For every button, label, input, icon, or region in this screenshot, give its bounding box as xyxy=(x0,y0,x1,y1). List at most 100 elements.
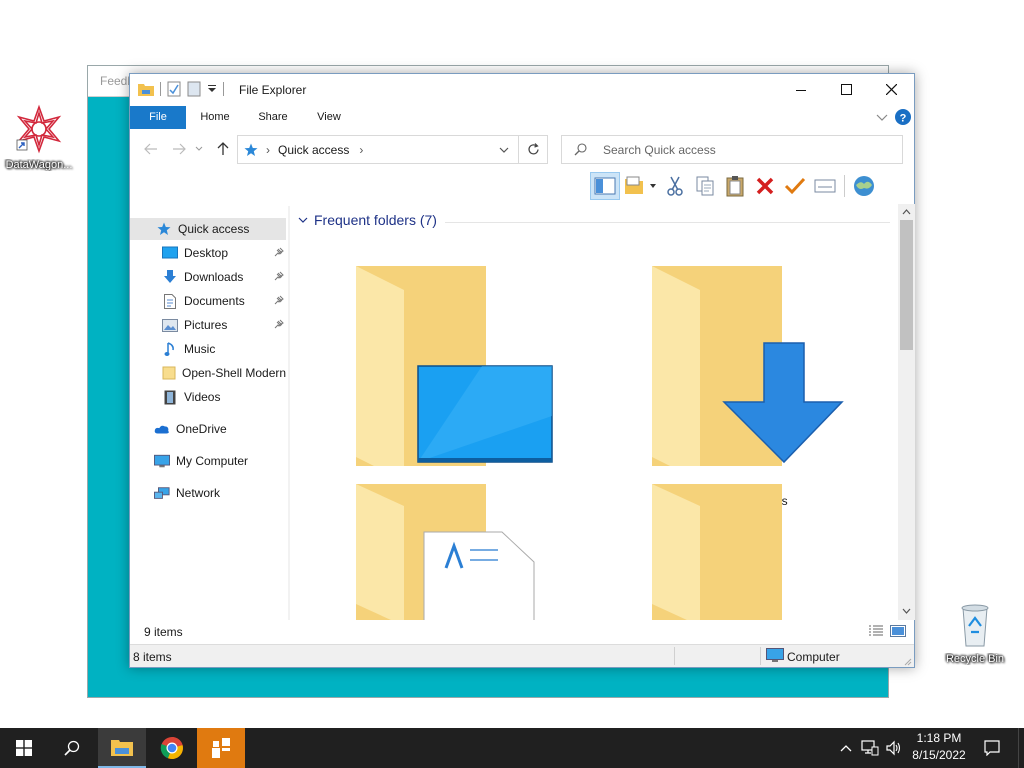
folder-tile-documents[interactable] xyxy=(342,476,582,620)
properties-icon[interactable] xyxy=(167,81,181,97)
nav-item-onedrive[interactable]: OneDrive xyxy=(130,418,286,440)
resize-grip-icon[interactable] xyxy=(902,656,912,666)
scroll-up-icon[interactable] xyxy=(902,209,911,215)
clock-time: 1:18 PM xyxy=(916,731,962,745)
breadcrumb-quick-access[interactable]: Quick access xyxy=(278,143,349,157)
nav-item-documents[interactable]: Documents xyxy=(130,290,286,312)
paste-button[interactable] xyxy=(720,172,750,200)
delete-x-icon xyxy=(756,177,774,195)
datawagon-label: DataWagon... xyxy=(5,159,73,171)
datawagon-icon xyxy=(16,104,62,154)
star-icon xyxy=(156,221,172,237)
notification-icon xyxy=(984,740,1000,756)
ribbon-tabs: File Home Share View ? xyxy=(130,106,914,129)
windows-logo-icon xyxy=(16,740,32,756)
taskbar-app-orange[interactable] xyxy=(197,728,245,768)
folder-tile-generic[interactable] xyxy=(638,476,878,620)
start-button[interactable] xyxy=(0,728,48,768)
minimize-icon xyxy=(796,89,806,91)
scroll-down-icon[interactable] xyxy=(902,608,911,614)
refresh-button[interactable] xyxy=(518,135,548,164)
navigation-pane-icon xyxy=(594,177,616,195)
recycle-bin-icon xyxy=(961,604,989,647)
copy-button[interactable] xyxy=(690,172,720,200)
search-input[interactable] xyxy=(601,141,881,158)
show-hidden-icons-button[interactable] xyxy=(836,728,856,768)
quick-access-star-icon xyxy=(244,143,258,156)
arrow-right-icon xyxy=(173,143,186,155)
breadcrumb-separator[interactable]: › xyxy=(359,143,363,157)
clipboard-icon xyxy=(726,176,744,197)
refresh-icon xyxy=(528,143,539,155)
content-area: Frequent folders (7) Desktop Downloads xyxy=(290,206,898,620)
rename-button[interactable] xyxy=(780,172,810,200)
cut-button[interactable] xyxy=(660,172,690,200)
nav-item-music[interactable]: Music xyxy=(130,338,286,360)
pin-icon[interactable] xyxy=(274,294,284,308)
folder-tile-desktop[interactable]: Desktop xyxy=(342,206,582,508)
nav-item-network[interactable]: Network xyxy=(130,482,286,504)
tab-view[interactable]: View xyxy=(306,106,352,129)
music-icon xyxy=(162,341,178,357)
show-desktop-button[interactable] xyxy=(1018,728,1024,768)
customize-dropdown-icon[interactable] xyxy=(207,84,217,94)
forward-button[interactable] xyxy=(170,140,188,158)
maximize-button[interactable] xyxy=(823,74,869,105)
back-button[interactable] xyxy=(142,140,160,158)
nav-item-videos[interactable]: Videos xyxy=(130,386,286,408)
taskbar-chrome[interactable] xyxy=(148,728,196,768)
scissors-icon xyxy=(667,176,683,196)
open-shell-button[interactable] xyxy=(849,172,879,200)
action-center-button[interactable] xyxy=(968,728,1016,768)
close-button[interactable] xyxy=(868,74,914,105)
details-view-icon[interactable] xyxy=(868,625,884,637)
downloads-folder-icon xyxy=(652,266,844,466)
scrollbar-thumb[interactable] xyxy=(900,220,913,350)
large-icons-view-icon[interactable] xyxy=(890,625,906,637)
volume-tray-button[interactable] xyxy=(882,728,906,768)
pin-icon[interactable] xyxy=(274,246,284,260)
chevron-down-icon xyxy=(298,217,308,223)
nav-item-desktop[interactable]: Desktop xyxy=(130,242,286,264)
vertical-scrollbar[interactable] xyxy=(898,204,915,620)
qat-separator xyxy=(160,82,161,96)
new-folder-icon[interactable] xyxy=(187,81,201,97)
minimize-button[interactable] xyxy=(778,74,824,105)
search-button[interactable] xyxy=(48,728,96,768)
nav-item-pictures[interactable]: Pictures xyxy=(130,314,286,336)
clock[interactable]: 1:18 PM 8/15/2022 xyxy=(908,731,970,762)
taskbar-file-explorer[interactable] xyxy=(98,728,146,768)
address-dropdown-icon[interactable] xyxy=(499,147,509,153)
desktop-shortcut-datawagon[interactable]: DataWagon... xyxy=(0,104,78,171)
pin-icon[interactable] xyxy=(274,318,284,332)
recent-locations-button[interactable] xyxy=(194,140,204,158)
nav-item-downloads[interactable]: Downloads xyxy=(130,266,286,288)
desktop-shortcut-recycle-bin[interactable]: Recycle Bin xyxy=(936,602,1014,665)
network-wired-icon xyxy=(861,740,879,756)
tab-share[interactable]: Share xyxy=(250,106,296,129)
onedrive-icon xyxy=(154,421,170,437)
pin-icon[interactable] xyxy=(274,270,284,284)
address-bar[interactable]: › Quick access › xyxy=(237,135,548,164)
search-box[interactable] xyxy=(561,135,903,164)
folder-tile-downloads[interactable]: Downloads xyxy=(638,206,878,508)
tab-file[interactable]: File xyxy=(130,106,186,129)
delete-button[interactable] xyxy=(750,172,780,200)
properties-button[interactable] xyxy=(810,172,840,200)
title-bar[interactable]: File Explorer xyxy=(130,74,914,105)
nav-item-label: OneDrive xyxy=(176,422,227,436)
help-icon[interactable]: ? xyxy=(895,109,911,125)
desktop-folder-icon xyxy=(356,266,553,466)
new-folder-button[interactable] xyxy=(620,172,660,200)
arrow-up-icon xyxy=(217,142,229,155)
recycle-bin-label: Recycle Bin xyxy=(945,653,1005,665)
document-icon xyxy=(162,293,178,309)
network-tray-button[interactable] xyxy=(858,728,882,768)
nav-item-open-shell-modern[interactable]: Open-Shell Modern xyxy=(130,362,286,384)
up-button[interactable] xyxy=(214,140,232,158)
nav-item-my-computer[interactable]: My Computer xyxy=(130,450,286,472)
expand-ribbon-icon[interactable] xyxy=(876,114,888,122)
navigation-pane-button[interactable] xyxy=(590,172,620,200)
tab-home[interactable]: Home xyxy=(192,106,238,129)
nav-item-quick-access[interactable]: Quick access xyxy=(130,218,286,240)
